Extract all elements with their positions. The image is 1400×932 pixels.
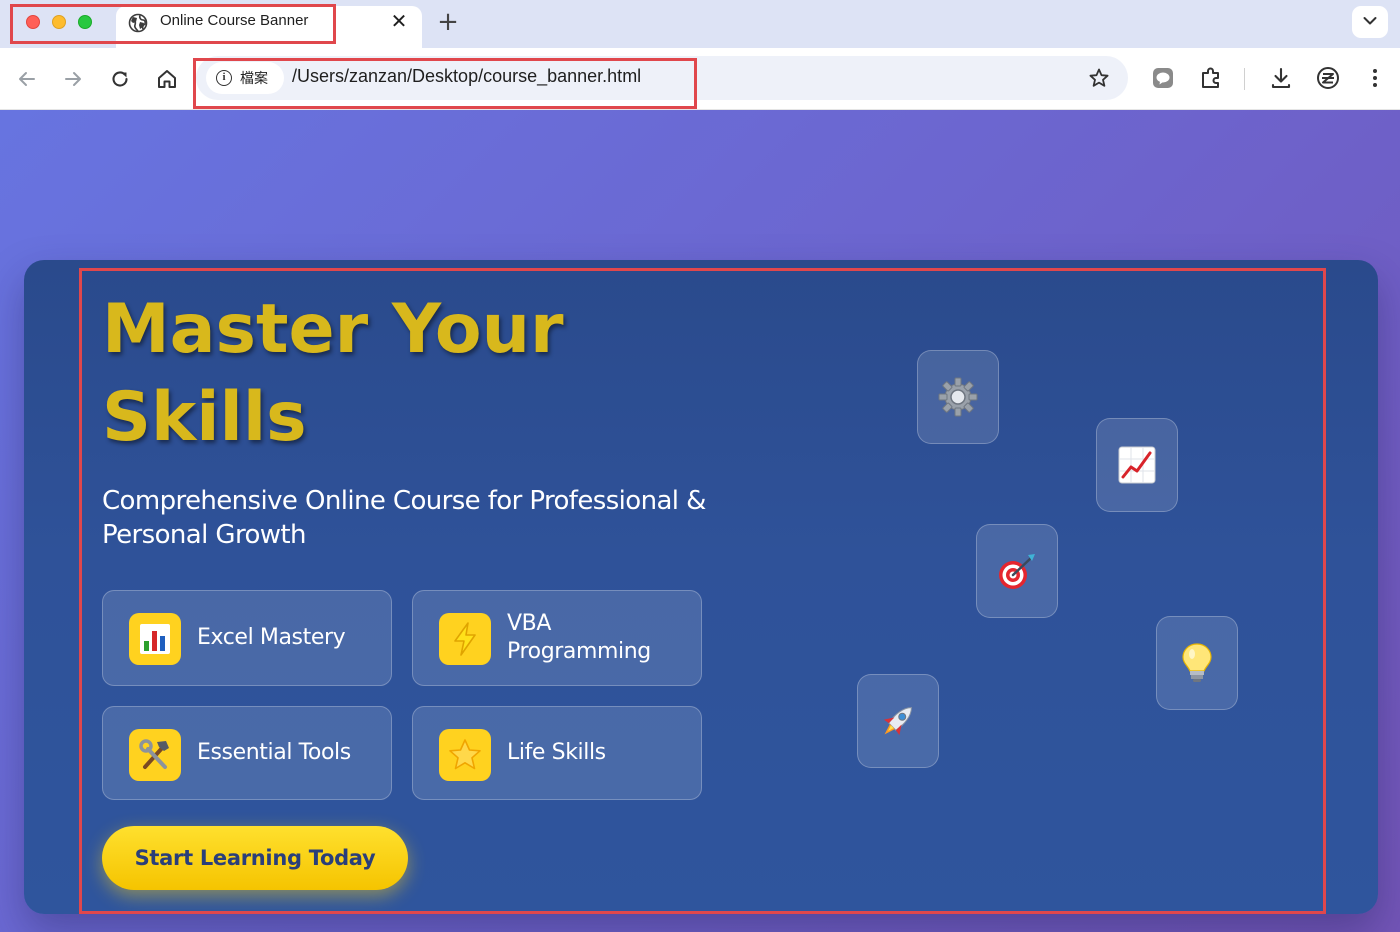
- star-icon: [439, 729, 491, 781]
- new-tab-button[interactable]: +: [434, 8, 462, 36]
- floating-card-target: [976, 524, 1058, 618]
- bar-chart-icon: [129, 613, 181, 665]
- feature-label: Essential Tools: [197, 740, 351, 765]
- close-window-button[interactable]: [26, 15, 40, 29]
- course-banner: Master Your Skills Comprehensive Online …: [24, 260, 1378, 914]
- target-icon: [999, 554, 1035, 589]
- toolbar-separator: [1244, 68, 1245, 90]
- address-bar[interactable]: i 檔案 /Users/zanzan/Desktop/course_banner…: [196, 56, 1128, 100]
- site-info-chip[interactable]: i 檔案: [206, 62, 284, 94]
- lightning-icon: [439, 613, 491, 665]
- close-tab-icon[interactable]: ✕: [388, 10, 410, 32]
- feature-card-tools[interactable]: Essential Tools: [102, 706, 392, 800]
- line-extension-icon[interactable]: [1150, 65, 1176, 91]
- minimize-window-button[interactable]: [52, 15, 66, 29]
- reload-icon[interactable]: [107, 66, 133, 92]
- page-viewport: Master Your Skills Comprehensive Online …: [0, 110, 1400, 932]
- tab-strip: Online Course Banner ✕ +: [0, 0, 1400, 48]
- info-icon: i: [216, 70, 232, 86]
- browser-toolbar: i 檔案 /Users/zanzan/Desktop/course_banner…: [0, 48, 1400, 110]
- more-menu-icon[interactable]: [1362, 65, 1388, 91]
- feature-card-vba[interactable]: VBA Programming: [412, 590, 702, 686]
- hammer-wrench-icon: [129, 729, 181, 781]
- chevron-down-icon: [1363, 17, 1377, 25]
- feature-label: VBA Programming: [507, 611, 651, 664]
- feature-card-excel[interactable]: Excel Mastery: [102, 590, 392, 686]
- floating-card-gear: [917, 350, 999, 444]
- globe-icon: [128, 13, 148, 33]
- forward-arrow-icon[interactable]: [60, 66, 86, 92]
- start-learning-button[interactable]: Start Learning Today: [102, 826, 408, 890]
- url-text[interactable]: /Users/zanzan/Desktop/course_banner.html: [292, 66, 641, 87]
- lightbulb-icon: [1182, 643, 1212, 682]
- back-arrow-icon[interactable]: [14, 66, 40, 92]
- tab-title: Online Course Banner: [160, 12, 309, 29]
- floating-card-rocket: [857, 674, 939, 768]
- download-icon[interactable]: [1268, 65, 1294, 91]
- site-info-label: 檔案: [240, 71, 268, 87]
- feature-label: Excel Mastery: [197, 625, 346, 650]
- home-icon[interactable]: [154, 66, 180, 92]
- maximize-window-button[interactable]: [78, 15, 92, 29]
- profile-avatar-icon[interactable]: [1315, 65, 1341, 91]
- tab-search-button[interactable]: [1352, 6, 1388, 38]
- floating-card-chart: [1096, 418, 1178, 512]
- gear-icon: [938, 377, 978, 417]
- rocket-icon: [883, 707, 912, 736]
- active-tab[interactable]: Online Course Banner ✕: [116, 6, 422, 48]
- extensions-puzzle-icon[interactable]: [1198, 65, 1224, 91]
- feature-card-life-skills[interactable]: Life Skills: [412, 706, 702, 800]
- banner-subtitle: Comprehensive Online Course for Professi…: [102, 486, 706, 550]
- banner-headline: Master Your Skills: [102, 290, 564, 457]
- chart-increasing-icon: [1118, 446, 1156, 484]
- bookmark-star-icon[interactable]: [1088, 67, 1110, 89]
- feature-label: Life Skills: [507, 740, 606, 765]
- floating-card-lightbulb: [1156, 616, 1238, 710]
